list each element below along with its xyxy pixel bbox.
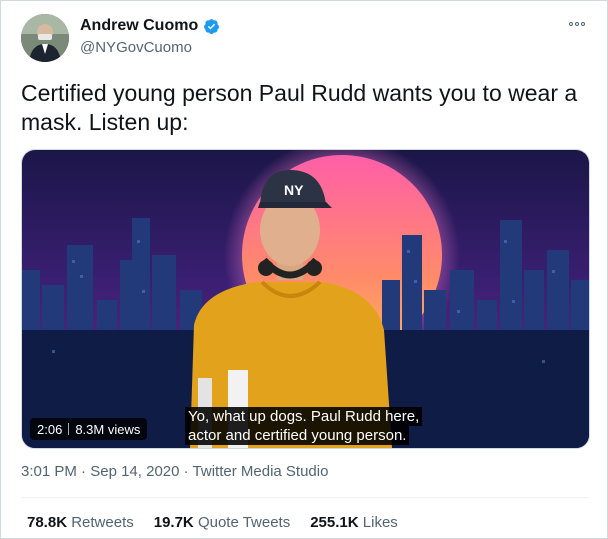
caption-line-2: actor and certified young person. bbox=[185, 426, 410, 445]
badge-divider bbox=[68, 423, 70, 435]
likes-stat[interactable]: 255.1K Likes bbox=[310, 514, 398, 531]
video-info-badge: 2:06 8.3M views bbox=[30, 418, 148, 440]
verified-badge-icon bbox=[204, 18, 220, 34]
meta-separator: · bbox=[183, 463, 189, 480]
quote-tweets-label: Quote Tweets bbox=[197, 514, 291, 531]
tweet-date[interactable]: Sep 14, 2020 bbox=[90, 463, 179, 480]
retweets-label: Retweets bbox=[71, 514, 134, 531]
video-captions: Yo, what up dogs. Paul Rudd here, actor … bbox=[185, 407, 443, 445]
video-player[interactable]: NY Yo, what up dogs. Paul Rudd here, act… bbox=[21, 149, 590, 449]
divider bbox=[21, 497, 589, 498]
avatar[interactable] bbox=[21, 14, 69, 62]
video-duration: 2:06 bbox=[37, 421, 63, 437]
video-views: 8.3M views bbox=[75, 421, 141, 437]
quote-tweets-stat[interactable]: 19.7K Quote Tweets bbox=[154, 514, 290, 531]
tweet-time[interactable]: 3:01 PM bbox=[21, 463, 77, 480]
author-name-row[interactable]: Andrew Cuomo bbox=[80, 17, 220, 35]
quote-tweets-count: 19.7K bbox=[153, 514, 194, 531]
tweet-meta: 3:01 PM · Sep 14, 2020 · Twitter Media S… bbox=[21, 463, 328, 480]
meta-separator: · bbox=[81, 463, 87, 480]
likes-count: 255.1K bbox=[310, 514, 359, 531]
engagement-stats: 78.8K Retweets 19.7K Quote Tweets 255.1K… bbox=[27, 514, 398, 531]
caption-line-1: Yo, what up dogs. Paul Rudd here, bbox=[185, 407, 423, 426]
author-name[interactable]: Andrew Cuomo bbox=[80, 17, 198, 35]
cap-logo: NY bbox=[284, 182, 304, 198]
retweets-count: 78.8K bbox=[27, 514, 68, 531]
retweets-stat[interactable]: 78.8K Retweets bbox=[27, 514, 134, 531]
tweet-source[interactable]: Twitter Media Studio bbox=[193, 463, 329, 480]
likes-label: Likes bbox=[362, 514, 398, 531]
author-handle[interactable]: @NYGovCuomo bbox=[80, 39, 192, 56]
tweet-card: Andrew Cuomo @NYGovCuomo Certified young… bbox=[0, 0, 608, 539]
more-options-icon[interactable] bbox=[567, 17, 587, 31]
video-frame: NY bbox=[22, 150, 589, 448]
tweet-text: Certified young person Paul Rudd wants y… bbox=[21, 80, 578, 135]
